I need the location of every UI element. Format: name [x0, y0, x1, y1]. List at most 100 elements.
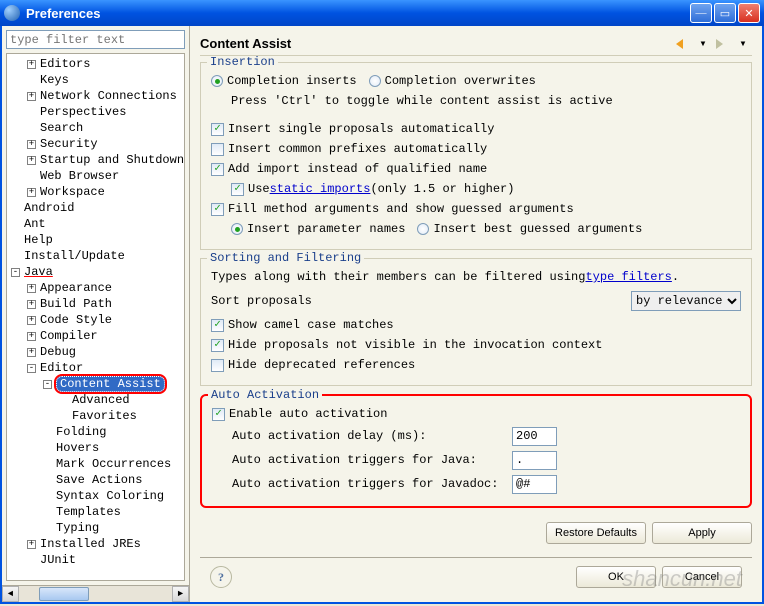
forward-menu-icon[interactable]: ▾ — [734, 35, 752, 53]
back-button[interactable] — [674, 35, 692, 53]
tree-item[interactable]: Mark Occurrences — [7, 456, 184, 472]
chk-static-imports[interactable] — [231, 183, 244, 196]
tree-item[interactable]: Hovers — [7, 440, 184, 456]
cancel-button[interactable]: Cancel — [662, 566, 742, 588]
tree-hscroll[interactable]: ◄ ► — [2, 585, 189, 602]
link-type-filters[interactable]: type filters — [585, 270, 671, 284]
tree-item[interactable]: + Debug — [7, 344, 184, 360]
tree-item-label: Debug — [40, 345, 76, 359]
tree-item[interactable]: + Startup and Shutdown — [7, 152, 184, 168]
tree-item[interactable]: -Editor — [7, 360, 184, 376]
expand-icon[interactable]: + — [27, 348, 36, 357]
javadoc-triggers-input[interactable] — [512, 475, 557, 494]
scroll-thumb[interactable] — [39, 587, 89, 601]
tree-item[interactable]: Favorites — [7, 408, 184, 424]
tree-item-label: Startup and Shutdown — [40, 153, 184, 167]
tree-item[interactable]: Web Browser — [7, 168, 184, 184]
tree-item[interactable]: Keys — [7, 72, 184, 88]
tree-item[interactable]: Search — [7, 120, 184, 136]
expand-icon[interactable]: + — [27, 60, 36, 69]
help-button[interactable]: ? — [210, 566, 232, 588]
tree-item[interactable]: Typing — [7, 520, 184, 536]
forward-button[interactable] — [714, 35, 732, 53]
scroll-right-icon[interactable]: ► — [172, 586, 189, 602]
expand-icon[interactable]: + — [27, 300, 36, 309]
tree-item-label: Content Assist — [56, 376, 165, 392]
javadoc-triggers-label: Auto activation triggers for Javadoc: — [232, 477, 512, 491]
tree-item[interactable]: Folding — [7, 424, 184, 440]
tree-item-label: Advanced — [72, 393, 130, 407]
tree-item[interactable]: -Content Assist — [7, 376, 184, 392]
chk-enable-auto[interactable] — [212, 408, 225, 421]
radio-parameter-names[interactable] — [231, 223, 243, 235]
maximize-button[interactable]: ▭ — [714, 3, 736, 23]
filter-input[interactable] — [6, 30, 185, 49]
chk-add-import[interactable] — [211, 163, 224, 176]
tree-item[interactable]: Perspectives — [7, 104, 184, 120]
group-auto-activation: Auto Activation Enable auto activation A… — [200, 394, 752, 508]
collapse-icon[interactable]: - — [27, 364, 36, 373]
chk-camel-case[interactable] — [211, 319, 224, 332]
tree-item[interactable]: + Workspace — [7, 184, 184, 200]
expand-icon[interactable]: + — [27, 316, 36, 325]
tree-item[interactable]: Save Actions — [7, 472, 184, 488]
tree-item-label: Hovers — [56, 441, 99, 455]
restore-defaults-button[interactable]: Restore Defaults — [546, 522, 646, 544]
tree-item-label: Typing — [56, 521, 99, 535]
collapse-icon[interactable]: - — [43, 380, 52, 389]
chk-single-proposals[interactable] — [211, 123, 224, 136]
java-triggers-input[interactable] — [512, 451, 557, 470]
scroll-left-icon[interactable]: ◄ — [2, 586, 19, 602]
expand-icon[interactable]: + — [27, 332, 36, 341]
expand-icon[interactable]: + — [27, 540, 36, 549]
expand-icon[interactable]: + — [27, 92, 36, 101]
back-menu-icon[interactable]: ▾ — [694, 35, 712, 53]
tree-item[interactable]: Templates — [7, 504, 184, 520]
sidebar: +EditorsKeys+Network ConnectionsPerspect… — [2, 26, 190, 602]
tree-item-label: Keys — [40, 73, 69, 87]
close-button[interactable]: ✕ — [738, 3, 760, 23]
tree-item[interactable]: JUnit — [7, 552, 184, 568]
radio-completion-inserts[interactable] — [211, 75, 223, 87]
sort-proposals-select[interactable]: by relevance — [631, 291, 741, 311]
tree-item[interactable]: Install/Update — [7, 248, 184, 264]
expand-icon[interactable]: + — [27, 140, 36, 149]
titlebar: Preferences — ▭ ✕ — [0, 0, 764, 26]
tree-item[interactable]: -Java — [7, 264, 184, 280]
link-static-imports[interactable]: static imports — [270, 182, 371, 196]
preferences-tree[interactable]: +EditorsKeys+Network ConnectionsPerspect… — [6, 53, 185, 581]
tree-item[interactable]: +Network Connections — [7, 88, 184, 104]
radio-completion-overwrites[interactable] — [369, 75, 381, 87]
tree-item-label: Web Browser — [40, 169, 119, 183]
insertion-hint: Press 'Ctrl' to toggle while content ass… — [231, 91, 741, 111]
tree-item[interactable]: +Security — [7, 136, 184, 152]
ok-button[interactable]: OK — [576, 566, 656, 588]
tree-item[interactable]: +Compiler — [7, 328, 184, 344]
tree-item-label: Favorites — [72, 409, 137, 423]
delay-input[interactable] — [512, 427, 557, 446]
tree-item[interactable]: +Editors — [7, 56, 184, 72]
minimize-button[interactable]: — — [690, 3, 712, 23]
tree-item[interactable]: +Build Path — [7, 296, 184, 312]
tree-item[interactable]: +Installed JREs — [7, 536, 184, 552]
content-pane: Content Assist ▾ ▾ Insertion Completion … — [190, 26, 762, 602]
expand-icon[interactable]: + — [27, 156, 36, 165]
tree-item[interactable]: +Code Style — [7, 312, 184, 328]
chk-fill-arguments[interactable] — [211, 203, 224, 216]
chk-common-prefixes[interactable] — [211, 143, 224, 156]
tree-item[interactable]: Advanced — [7, 392, 184, 408]
group-insertion-title: Insertion — [207, 56, 278, 69]
collapse-icon[interactable]: - — [11, 268, 20, 277]
tree-item[interactable]: Android — [7, 200, 184, 216]
tree-item[interactable]: +Appearance — [7, 280, 184, 296]
expand-icon[interactable]: + — [27, 188, 36, 197]
expand-icon[interactable]: + — [27, 284, 36, 293]
radio-best-guessed[interactable] — [417, 223, 429, 235]
chk-hide-deprecated[interactable] — [211, 359, 224, 372]
chk-hide-invisible[interactable] — [211, 339, 224, 352]
tree-item[interactable]: Help — [7, 232, 184, 248]
tree-item[interactable]: Syntax Coloring — [7, 488, 184, 504]
tree-item-label: Workspace — [40, 185, 105, 199]
apply-button[interactable]: Apply — [652, 522, 752, 544]
tree-item[interactable]: Ant — [7, 216, 184, 232]
